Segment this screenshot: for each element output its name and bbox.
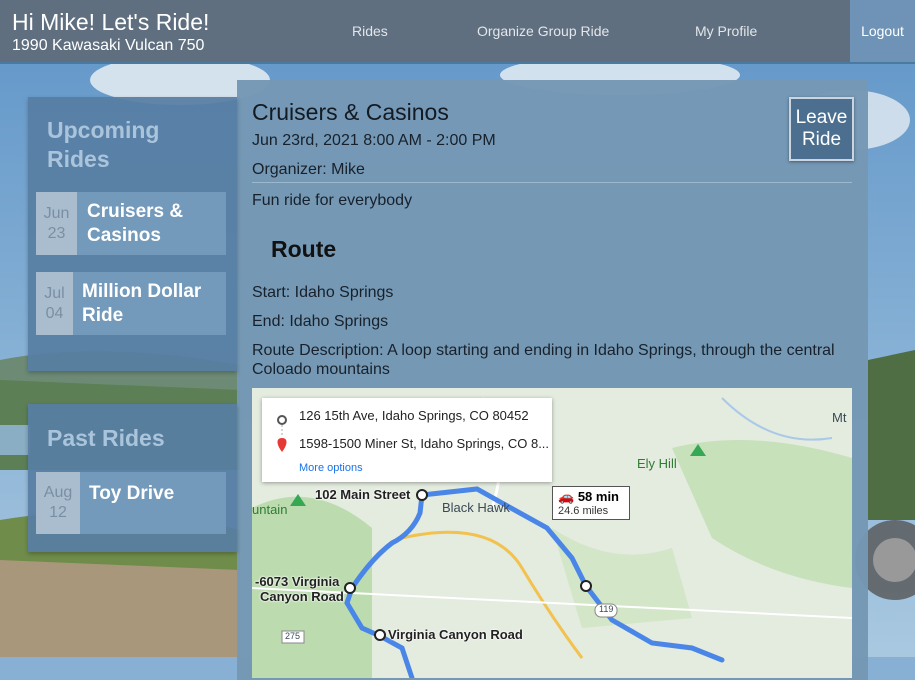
past-rides-panel: Past Rides Aug 12 Toy Drive (28, 404, 237, 552)
nav-rides[interactable]: Rides (352, 23, 388, 39)
route-description: Route Description: A loop starting and e… (252, 342, 835, 378)
leave-ride-button[interactable]: Leave Ride (789, 97, 854, 161)
destination-address[interactable]: 1598-1500 Miner St, Idaho Springs, CO 8.… (299, 436, 549, 451)
divider (252, 182, 852, 183)
map-label-hwy-275: 275 (285, 631, 301, 641)
upcoming-rides-title: Upcoming Rides (47, 117, 160, 172)
ride-organizer: Organizer: Mike (252, 161, 365, 178)
origin-address[interactable]: 126 15th Ave, Idaho Springs, CO 80452 (299, 408, 529, 423)
ride-date: Jul 04 (36, 272, 73, 335)
past-rides-title: Past Rides (47, 425, 165, 451)
nav-my-profile[interactable]: My Profile (695, 23, 757, 39)
ride-day: 04 (45, 304, 64, 322)
ride-card-toy-drive[interactable]: Aug 12 Toy Drive (36, 472, 226, 534)
ride-date: Aug 12 (36, 472, 80, 534)
ride-name: Million Dollar Ride (82, 281, 202, 326)
ride-datetime: Jun 23rd, 2021 8:00 AM - 2:00 PM (252, 132, 496, 149)
map-label-ely-hill: Ely Hill (637, 456, 677, 471)
route-distance: 24.6 miles (558, 505, 609, 517)
ride-day: 12 (49, 504, 67, 521)
route-map[interactable]: 126 15th Ave, Idaho Springs, CO 80452 15… (252, 388, 852, 678)
bike-name: 1990 Kawasaki Vulcan 750 (12, 37, 205, 54)
ride-date: Jun 23 (36, 192, 77, 255)
ride-name: Toy Drive (89, 483, 175, 504)
ride-title: Cruisers & Casinos (252, 99, 449, 125)
ride-month: Jul (44, 284, 65, 302)
map-label-main-street: 102 Main Street (315, 487, 411, 502)
logout-button[interactable]: Logout (850, 0, 915, 62)
map-label-virginia-road: Virginia Canyon Road (388, 627, 523, 642)
map-label-mountain: untain (252, 502, 288, 517)
route-duration-tooltip[interactable]: 🚗 58 min 24.6 miles (552, 486, 630, 520)
ride-details-panel: Cruisers & Casinos Jun 23rd, 2021 8:00 A… (237, 80, 868, 680)
map-label-virginia-addr-1: -6073 Virginia (255, 574, 340, 589)
upcoming-rides-panel: Upcoming Rides Jun 23 Cruisers & Casinos… (28, 97, 237, 371)
route-end: End: Idaho Springs (252, 313, 389, 330)
map-label-black-hawk: Black Hawk (442, 500, 510, 515)
map-label-virginia-addr-2: Canyon Road (260, 589, 344, 604)
route-heading: Route (271, 236, 337, 262)
route-start: Start: Idaho Springs (252, 284, 394, 301)
ride-day: 23 (47, 224, 66, 242)
top-navbar: Hi Mike! Let's Ride! 1990 Kawasaki Vulca… (0, 0, 915, 64)
ride-description: Fun ride for everybody (252, 192, 413, 209)
ride-card-million-dollar[interactable]: Jul 04 Million Dollar Ride (36, 272, 226, 335)
directions-box: 126 15th Ave, Idaho Springs, CO 80452 15… (262, 398, 552, 482)
ride-month: Jun (43, 204, 70, 222)
ride-card-cruisers-casinos[interactable]: Jun 23 Cruisers & Casinos (36, 192, 226, 255)
route-duration: 58 min (577, 489, 619, 504)
more-options-link[interactable]: More options (299, 462, 363, 474)
map-label-mt: Mt (832, 410, 847, 425)
nav-organize-group-ride[interactable]: Organize Group Ride (477, 23, 609, 39)
map-label-hwy-119: 119 (599, 604, 614, 614)
greeting: Hi Mike! Let's Ride! (12, 9, 210, 35)
car-icon: 🚗 (558, 489, 575, 504)
ride-month: Aug (43, 484, 73, 501)
route-endpoint-icon (277, 415, 287, 452)
ride-name: Cruisers & Casinos (87, 201, 184, 246)
